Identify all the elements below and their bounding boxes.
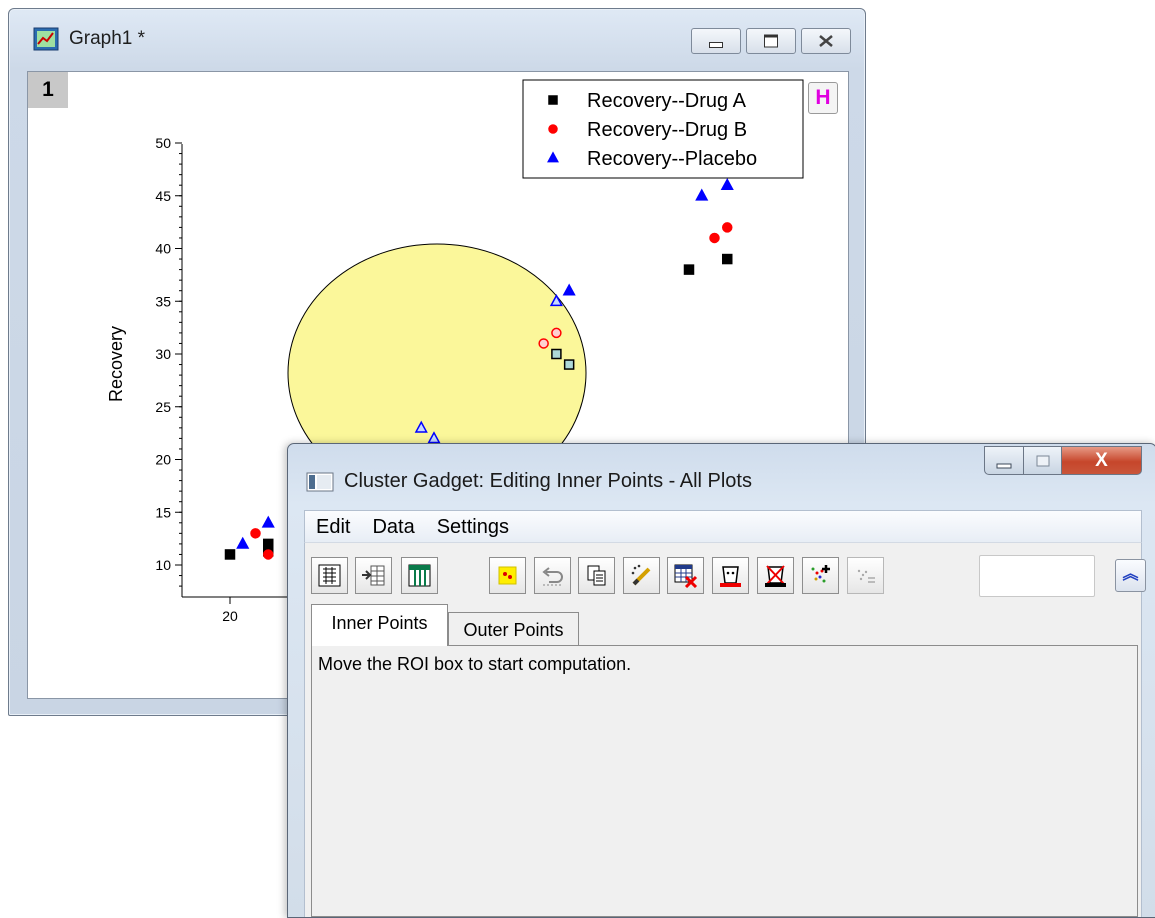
- graph-window-icon: [33, 27, 59, 51]
- menubar: Edit Data Settings: [304, 510, 1142, 543]
- minimize-button[interactable]: [691, 28, 741, 54]
- y-tick-label: 35: [155, 293, 171, 309]
- bucket-icon: [720, 566, 741, 587]
- tab-panel: Move the ROI box to start computation.: [311, 645, 1138, 917]
- restore-icon: [764, 34, 778, 48]
- highlight-points-button[interactable]: [489, 557, 526, 594]
- gadget-title: Cluster Gadget: Editing Inner Points - A…: [344, 470, 752, 492]
- toolbar: ︽: [304, 542, 1146, 601]
- data-point: [695, 188, 709, 201]
- restore-button[interactable]: [746, 28, 796, 54]
- copy-button[interactable]: [578, 557, 615, 594]
- clear-selection-button[interactable]: [757, 557, 794, 594]
- legend-entry: Recovery--Drug A: [587, 90, 747, 112]
- legend-entry: Recovery--Drug B: [587, 119, 747, 141]
- data-point: [551, 348, 562, 360]
- legend[interactable]: Recovery--Drug A Recovery--Drug B Recovery…: [522, 79, 804, 179]
- data-point: [720, 178, 734, 191]
- wand-icon: [631, 564, 651, 586]
- append-icon: [362, 565, 385, 586]
- menu-settings[interactable]: Settings: [426, 516, 520, 539]
- close-icon: X: [1095, 450, 1108, 471]
- data-point: [236, 536, 250, 549]
- data-point: [709, 232, 720, 244]
- delete-table-icon: [674, 564, 698, 588]
- data-point: [250, 528, 261, 539]
- data-point: [683, 264, 695, 275]
- maximize-icon: [1036, 455, 1049, 466]
- close-icon: [819, 35, 833, 47]
- y-tick-label: 50: [155, 135, 171, 151]
- collapse-toolbar-button[interactable]: ︽: [1115, 559, 1146, 592]
- y-tick-label: 20: [155, 452, 171, 468]
- legend-marker: [548, 95, 558, 105]
- tab-outer-points[interactable]: Outer Points: [448, 612, 579, 646]
- graph-window-title: Graph1 *: [69, 28, 146, 49]
- copy-icon: [587, 565, 606, 586]
- y-tick-label: 45: [155, 188, 171, 204]
- highlight-points-icon: [498, 566, 517, 585]
- x-tick-label: 20: [222, 608, 238, 624]
- y-tick-label: 25: [155, 399, 171, 415]
- y-tick-label: 15: [155, 504, 171, 520]
- data-point: [224, 549, 236, 560]
- h-button[interactable]: H: [808, 82, 838, 114]
- data-point: [562, 283, 576, 296]
- data-point: [722, 222, 733, 233]
- tab-inner-points[interactable]: Inner Points: [311, 604, 448, 646]
- menu-edit[interactable]: Edit: [305, 516, 361, 539]
- mask-points-button[interactable]: [623, 557, 660, 594]
- clear-selection-icon: [765, 565, 786, 587]
- undo-button[interactable]: [534, 557, 571, 594]
- gadget-close-button[interactable]: X: [1062, 446, 1142, 475]
- data-point: [551, 327, 562, 339]
- minimize-icon: [709, 42, 723, 48]
- worksheet-report-icon: [318, 564, 341, 587]
- y-tick-label: 40: [155, 241, 171, 257]
- y-tick-label: 30: [155, 346, 171, 362]
- worksheet-report-button[interactable]: [311, 557, 348, 594]
- remove-outliers-button[interactable]: [712, 557, 749, 594]
- append-to-sheet-button[interactable]: [355, 557, 392, 594]
- y-axis-label: Recovery: [106, 326, 126, 402]
- menu-data[interactable]: Data: [361, 516, 425, 539]
- add-cluster-icon: [811, 565, 830, 583]
- content-area: Inner Points Outer Points Move the ROI b…: [304, 600, 1142, 917]
- minimize-icon: [996, 463, 1012, 468]
- data-point: [261, 515, 275, 528]
- legend-marker: [548, 124, 558, 134]
- data-point: [538, 338, 549, 349]
- status-message: Move the ROI box to start computation.: [318, 654, 632, 674]
- chevron-up-icon: ︽: [1122, 566, 1139, 583]
- cluster-gadget-dialog[interactable]: Cluster Gadget: Editing Inner Points - A…: [287, 443, 1155, 918]
- data-point: [722, 253, 733, 265]
- delete-data-button[interactable]: [667, 557, 704, 594]
- gadget-window-icon: [306, 472, 334, 492]
- statistics-icon: [857, 569, 875, 583]
- y-tick-label: 10: [155, 557, 171, 573]
- data-point: [563, 359, 575, 370]
- gadget-minimize-button[interactable]: [984, 446, 1024, 475]
- toolbar-input[interactable]: [979, 555, 1095, 597]
- graph-titlebar[interactable]: Graph1 *: [9, 9, 865, 71]
- sheet-columns-icon: [408, 564, 431, 587]
- undo-icon: [542, 567, 563, 586]
- new-sheet-button[interactable]: [401, 557, 438, 594]
- gadget-maximize-button[interactable]: [1024, 446, 1062, 475]
- statistics-button[interactable]: [847, 557, 884, 594]
- close-button[interactable]: [801, 28, 851, 54]
- data-point: [263, 549, 274, 560]
- legend-entry: Recovery--Placebo: [587, 148, 757, 170]
- add-cluster-button[interactable]: [802, 557, 839, 594]
